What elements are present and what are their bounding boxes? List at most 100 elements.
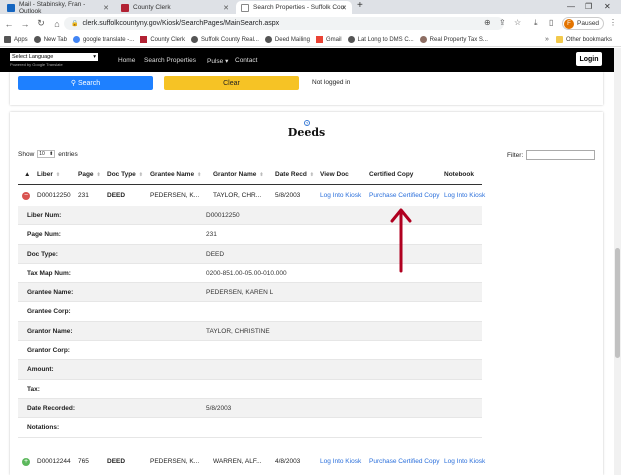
apps-icon [4, 36, 11, 43]
bookmark-lat-long[interactable]: Lat Long to DMS C... [347, 36, 414, 43]
section-title: Deeds [287, 126, 326, 139]
table-row: − D00012250 231 DEED PEDERSEN, K... TAYL… [22, 192, 486, 200]
chevron-right-icon[interactable]: » [545, 36, 549, 43]
browser-toolbar: ← → ↻ ⌂ 🔒 clerk.suffolkcountyny.gov/Kios… [0, 14, 621, 33]
scrollbar-thumb[interactable] [615, 248, 620, 358]
nav-contact[interactable]: Contact [235, 57, 257, 64]
filter-control: Filter: [507, 150, 596, 160]
minimize-icon[interactable]: — [567, 2, 575, 11]
column-notebook[interactable]: Notebook [444, 171, 474, 178]
view-doc-link[interactable]: Log Into Kiosk [320, 458, 361, 465]
bookmark-new-tab[interactable]: New Tab [33, 36, 67, 43]
home-icon[interactable]: ⌂ [50, 19, 64, 29]
bookmark-other[interactable]: Other bookmarks [556, 36, 612, 43]
login-button[interactable]: Login [576, 52, 602, 66]
site-navbar: Select Language ▾ Powered by Google Trans… [0, 48, 621, 72]
entries-length-control: Show 10 ⬍ entries [18, 150, 78, 158]
bookmark-county-clerk[interactable]: County Clerk [140, 36, 185, 43]
nav-search-properties[interactable]: Search Properties [144, 57, 196, 64]
bookmark-deed-mailing[interactable]: Deed Mailing [264, 36, 310, 43]
powered-by-google: Powered by Google Translate [10, 62, 63, 67]
forward-icon[interactable]: → [18, 19, 32, 29]
language-select[interactable]: Select Language ▾ [10, 53, 98, 61]
gmail-icon [315, 36, 323, 43]
back-icon[interactable]: ← [2, 19, 16, 29]
table-row: + D00012244 765 DEED PEDERSEN, K... WARR… [22, 458, 486, 466]
tab-search-properties[interactable]: Search Properties - Suffolk Coun ✕ [236, 1, 352, 14]
search-icon: ⚲ [70, 80, 76, 87]
bookmark-gmail[interactable]: Gmail [315, 36, 342, 43]
share-icon[interactable]: ⇪ [499, 18, 506, 27]
column-page[interactable]: Page ⬍ [78, 171, 101, 178]
view-doc-link[interactable]: Log Into Kiosk [320, 192, 361, 199]
globe-icon [347, 36, 355, 43]
search-panel: ⚲ Search Clear Not logged in [10, 72, 603, 105]
chevron-down-icon: ▾ [93, 54, 96, 60]
tab-county-clerk[interactable]: County Clerk ✕ [116, 1, 234, 14]
notebook-link[interactable]: Log Into Kiosk [444, 458, 485, 465]
profile-button[interactable]: F Paused [562, 17, 604, 30]
purchase-certified-copy-link[interactable]: Purchase Certified Copy [369, 458, 439, 465]
url-text: clerk.suffolkcountyny.gov/Kiosk/SearchPa… [82, 20, 280, 27]
zoom-icon[interactable]: ⊕ [484, 18, 491, 27]
globe-icon [33, 36, 41, 43]
reload-icon[interactable]: ↻ [34, 18, 48, 29]
menu-icon[interactable]: ⋮ [609, 18, 617, 27]
nav-pulse[interactable]: Pulse ▾ [207, 57, 228, 65]
window-close-icon[interactable]: ✕ [604, 2, 611, 11]
bookmarks-bar: Apps New Tab google translate -... Count… [0, 33, 621, 47]
outlook-icon [7, 3, 15, 12]
close-icon[interactable]: ✕ [223, 4, 229, 12]
column-doc-type[interactable]: Doc Type ⬍ [107, 171, 143, 178]
detail-row: Notations: [18, 418, 482, 438]
collapse-row-icon[interactable]: − [22, 192, 30, 200]
column-date-recd[interactable]: Date Recd ⬍ [275, 171, 314, 178]
detail-row: Grantor Name: TAYLOR, CHRISTINE [18, 321, 482, 342]
tab-mail[interactable]: Mail - Stabinsky, Fran - Outlook ✕ [2, 1, 114, 15]
column-view-doc[interactable]: View Doc [320, 171, 349, 178]
flag-icon [140, 36, 148, 43]
detail-row: Grantee Corp: [18, 302, 482, 322]
detail-row: Date Recorded: 5/8/2003 [18, 398, 482, 419]
close-icon[interactable]: ✕ [103, 4, 109, 12]
notebook-link[interactable]: Log Into Kiosk [444, 192, 485, 199]
bookmark-apps[interactable]: Apps [4, 36, 28, 43]
page-icon [241, 3, 249, 12]
flag-icon [121, 3, 129, 12]
header-divider [18, 184, 482, 185]
globe-icon [419, 36, 427, 43]
page-scrollbar[interactable] [614, 48, 621, 475]
sort-icon: ⬍ [138, 172, 143, 178]
new-tab-button[interactable]: + [357, 0, 363, 11]
globe-icon [191, 36, 198, 43]
entries-select[interactable]: 10 ⬍ [37, 150, 56, 158]
address-bar[interactable]: 🔒 clerk.suffolkcountyny.gov/Kiosk/Search… [64, 17, 504, 30]
clear-button[interactable]: Clear [164, 76, 299, 90]
column-grantee-name[interactable]: Grantee Name ⬍ [150, 171, 201, 178]
star-icon[interactable]: ☆ [514, 18, 521, 27]
restore-icon[interactable]: ❐ [585, 2, 592, 11]
detail-row: Tax: [18, 380, 482, 399]
expand-row-icon[interactable]: + [22, 458, 30, 466]
login-status: Not logged in [312, 79, 351, 86]
detail-row: Amount: [18, 360, 482, 380]
column-certified-copy[interactable]: Certified Copy [369, 171, 413, 178]
sort-icon: ⬍ [259, 172, 264, 178]
sort-icon: ⬍ [197, 172, 202, 178]
sort-icon[interactable]: ▲ [24, 171, 30, 178]
nav-home[interactable]: Home [118, 57, 135, 64]
bookmark-suffolk-real[interactable]: Suffolk County Real... [191, 36, 259, 43]
purchase-certified-copy-link[interactable]: Purchase Certified Copy [369, 192, 439, 199]
filter-input[interactable] [526, 150, 596, 160]
sidepanel-icon[interactable]: ▯ [549, 18, 553, 27]
download-icon[interactable]: ⤓ [534, 18, 538, 28]
search-button[interactable]: ⚲ Search [18, 76, 153, 90]
bookmark-google-translate[interactable]: google translate -... [72, 36, 134, 43]
browser-tab-bar: Mail - Stabinsky, Fran - Outlook ✕ Count… [0, 0, 621, 15]
google-icon [72, 36, 80, 43]
deeds-section: ? Deeds Show 10 ⬍ entries Filter: ▲ Liber… [10, 112, 603, 475]
close-icon[interactable]: ✕ [341, 4, 347, 12]
column-liber[interactable]: Liber ⬍ [37, 171, 60, 178]
bookmark-real-property-tax[interactable]: Real Property Tax S... [419, 36, 488, 43]
column-grantor-name[interactable]: Grantor Name ⬍ [213, 171, 264, 178]
